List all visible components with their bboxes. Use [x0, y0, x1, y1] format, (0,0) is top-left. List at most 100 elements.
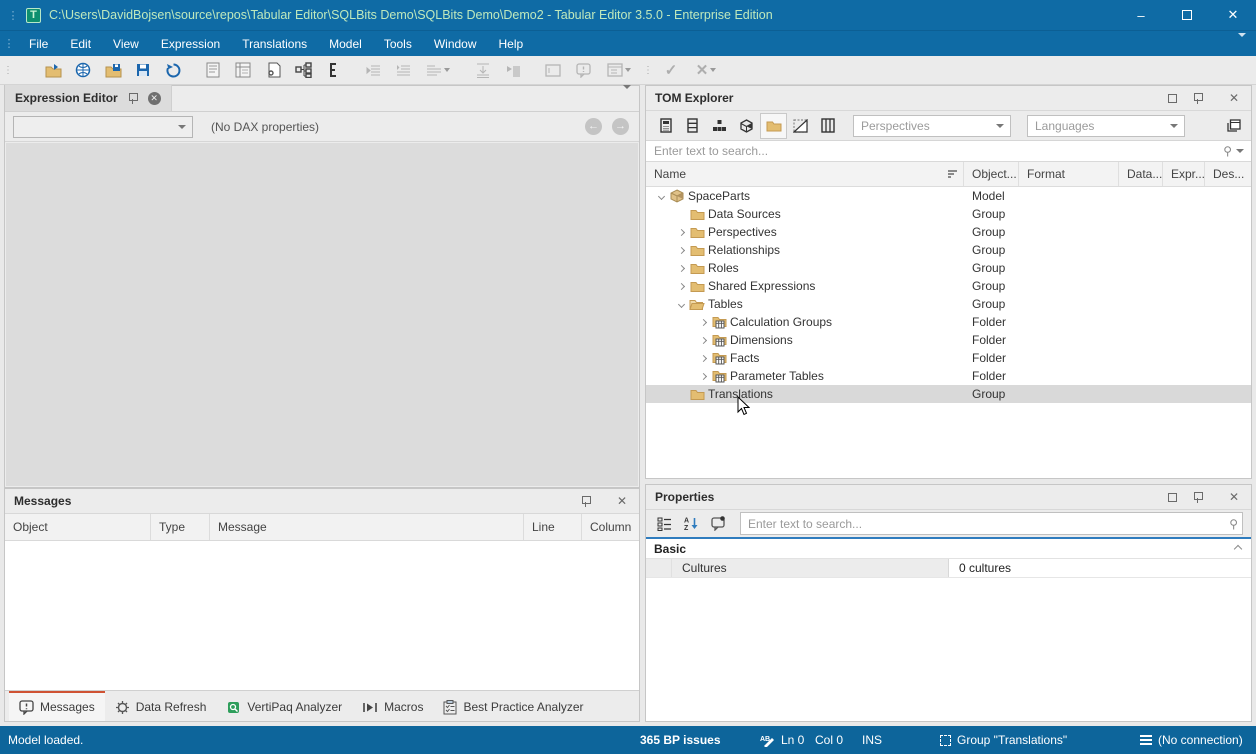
chevron-right-icon[interactable] [674, 230, 688, 235]
flip-layout-icon[interactable] [1220, 113, 1247, 139]
pin-icon[interactable] [1193, 491, 1203, 503]
properties-search-input[interactable] [741, 517, 1229, 531]
dax-property-combobox[interactable] [13, 116, 193, 138]
search-icon[interactable]: ⚲ [1229, 517, 1238, 531]
script-document-icon[interactable] [198, 58, 228, 83]
tree-row-tables[interactable]: Tables Group [646, 295, 1251, 313]
chevron-down-icon[interactable] [674, 302, 688, 307]
new-expression-icon[interactable] [258, 58, 288, 83]
save-database-icon[interactable] [128, 58, 158, 83]
tree-row-shared-expressions[interactable]: Shared Expressions Group [646, 277, 1251, 295]
refresh-icon[interactable] [158, 58, 188, 83]
measures-view-icon[interactable] [652, 113, 679, 139]
sort-az-icon[interactable]: AZ [678, 511, 705, 536]
open-file-icon[interactable] [38, 58, 68, 83]
close-tab-icon[interactable]: ✕ [148, 92, 161, 105]
col-column[interactable]: Column [582, 514, 639, 540]
tab-best-practice-analyzer[interactable]: Best Practice Analyzer [433, 691, 593, 721]
tree-row-facts[interactable]: Facts Folder [646, 349, 1251, 367]
description-bubble-icon[interactable] [705, 511, 732, 536]
chevron-right-icon[interactable] [674, 284, 688, 289]
chevron-right-icon[interactable] [696, 320, 710, 325]
chevron-right-icon[interactable] [674, 248, 688, 253]
col-format[interactable]: Format [1019, 162, 1119, 186]
pin-icon[interactable] [581, 495, 591, 507]
category-basic[interactable]: Basic [646, 539, 1251, 559]
categorized-view-icon[interactable] [651, 511, 678, 536]
tree-row-parameter-tables[interactable]: Parameter Tables Folder [646, 367, 1251, 385]
partitions-view-icon[interactable] [787, 113, 814, 139]
col-expr[interactable]: Expr... [1163, 162, 1205, 186]
col-data[interactable]: Data... [1119, 162, 1163, 186]
toolbar-grip-2[interactable]: ⋮ [640, 65, 656, 76]
tree-row-data-sources[interactable]: Data Sources Group [646, 205, 1251, 223]
open-from-database-icon[interactable] [68, 58, 98, 83]
tab-macros[interactable]: Macros [352, 691, 433, 721]
pivot-grid-icon[interactable] [228, 58, 258, 83]
col-des[interactable]: Des... [1205, 162, 1251, 186]
tree-row-calculation-groups[interactable]: Calculation Groups Folder [646, 313, 1251, 331]
languages-select[interactable]: Languages [1027, 115, 1185, 137]
chevron-right-icon[interactable] [696, 374, 710, 379]
hierarchy-diagram-icon[interactable] [288, 58, 318, 83]
search-icon[interactable]: ⚲ [1223, 144, 1232, 158]
col-line[interactable]: Line [524, 514, 582, 540]
chevron-right-icon[interactable] [696, 356, 710, 361]
tab-vertipaq-analyzer[interactable]: VertiPaq Analyzer [216, 691, 352, 721]
maximize-panel-icon[interactable] [1168, 94, 1177, 103]
chevron-right-icon[interactable] [696, 338, 710, 343]
col-name[interactable]: Name [646, 162, 964, 186]
collapse-icon[interactable] [1234, 544, 1242, 552]
status-bp-issues[interactable]: 365 BP issues [640, 726, 721, 754]
save-to-folder-icon[interactable] [98, 58, 128, 83]
tab-data-refresh[interactable]: Data Refresh [105, 691, 217, 721]
close-panel-icon[interactable]: ✕ [1229, 92, 1239, 104]
menu-edit[interactable]: Edit [59, 31, 102, 56]
status-ins-mode[interactable]: INS [862, 726, 882, 754]
menu-help[interactable]: Help [488, 31, 535, 56]
pin-icon[interactable] [1193, 92, 1203, 104]
menu-expression[interactable]: Expression [150, 31, 231, 56]
maximize-button[interactable] [1164, 0, 1210, 30]
columns-view-icon[interactable] [679, 113, 706, 139]
menu-file[interactable]: File [18, 31, 59, 56]
tree-row-perspectives[interactable]: Perspectives Group [646, 223, 1251, 241]
tree-row-spaceparts[interactable]: SpaceParts Model [646, 187, 1251, 205]
close-panel-icon[interactable]: ✕ [1229, 491, 1239, 503]
tree-row-dimensions[interactable]: Dimensions Folder [646, 331, 1251, 349]
col-object[interactable]: Object... [964, 162, 1019, 186]
tree-row-roles[interactable]: Roles Group [646, 259, 1251, 277]
close-panel-icon[interactable]: ✕ [617, 495, 627, 507]
nav-forward-icon[interactable]: → [612, 118, 629, 135]
chevron-right-icon[interactable] [674, 266, 688, 271]
col-type[interactable]: Type [151, 514, 210, 540]
property-value[interactable]: 0 cultures [949, 559, 1251, 577]
col-message[interactable]: Message [210, 514, 524, 540]
tab-messages[interactable]: Messages [9, 691, 105, 721]
property-row-cultures[interactable]: Cultures 0 cultures [646, 559, 1251, 578]
menubar-grip[interactable]: ⋮ [0, 37, 18, 50]
kpi-view-icon[interactable] [733, 113, 760, 139]
menu-translations[interactable]: Translations [231, 31, 318, 56]
messages-list[interactable] [5, 541, 639, 690]
toolbar-grip[interactable]: ⋮ [0, 65, 16, 76]
close-button[interactable]: ✕ [1210, 0, 1256, 30]
tom-search-input[interactable] [646, 144, 1223, 158]
menu-view[interactable]: View [102, 31, 150, 56]
menu-overflow-icon[interactable] [1238, 37, 1246, 51]
menu-model[interactable]: Model [318, 31, 373, 56]
hierarchies-view-icon[interactable] [706, 113, 733, 139]
format-dax-icon[interactable] [318, 58, 348, 83]
menu-window[interactable]: Window [423, 31, 488, 56]
chevron-down-icon[interactable] [654, 194, 668, 199]
perspectives-select[interactable]: Perspectives [853, 115, 1011, 137]
tab-expression-editor[interactable]: Expression Editor ✕ [5, 85, 172, 111]
status-connection[interactable]: (No connection) [1140, 726, 1243, 754]
menu-tools[interactable]: Tools [373, 31, 423, 56]
nav-back-icon[interactable]: ← [585, 118, 602, 135]
col-object[interactable]: Object [5, 514, 151, 540]
minimize-button[interactable]: – [1118, 0, 1164, 30]
tabstrip-dropdown-icon[interactable] [623, 89, 631, 103]
expression-editor-body[interactable] [6, 143, 638, 486]
pin-icon[interactable] [128, 92, 138, 104]
